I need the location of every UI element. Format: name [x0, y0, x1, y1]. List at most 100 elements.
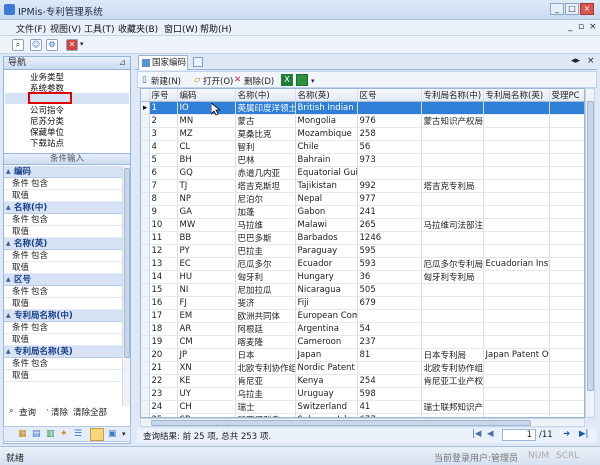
menu-favorites[interactable]: 收藏夹(B): [118, 22, 158, 35]
scroll-thumb[interactable]: [124, 168, 130, 358]
row-indicator[interactable]: [141, 193, 149, 206]
table-cell[interactable]: 是: [549, 206, 585, 219]
column-header[interactable]: 名称(中): [235, 89, 295, 102]
table-cell[interactable]: 10: [149, 219, 177, 232]
table-cell[interactable]: Uruguay: [295, 388, 357, 401]
table-cell[interactable]: 13: [149, 258, 177, 271]
table-cell[interactable]: 7: [149, 180, 177, 193]
table-row[interactable]: 4CL智利Chile56是: [141, 141, 585, 154]
condition-row[interactable]: 条件包含: [4, 286, 122, 298]
tab-country-codes[interactable]: 国家编码: [138, 55, 188, 70]
condition-row[interactable]: 条件包含: [4, 178, 122, 190]
condition-group[interactable]: 名称(中): [4, 202, 122, 214]
tab-scroll-icon[interactable]: ◂▸: [571, 56, 580, 66]
condition-value[interactable]: 包含: [31, 286, 48, 298]
close-doc-icon[interactable]: ✕: [66, 39, 78, 51]
table-cell[interactable]: [357, 102, 421, 115]
row-indicator[interactable]: [141, 167, 149, 180]
table-cell[interactable]: 254: [357, 375, 421, 388]
menu-window[interactable]: 窗口(W): [164, 22, 198, 35]
table-cell[interactable]: 6: [149, 167, 177, 180]
table-cell[interactable]: Gabon: [295, 206, 357, 219]
table-cell[interactable]: 是: [549, 258, 585, 271]
table-cell[interactable]: [421, 193, 483, 206]
table-cell[interactable]: 1246: [357, 232, 421, 245]
table-cell[interactable]: 马拉维: [235, 219, 295, 232]
clear-icon[interactable]: ·: [46, 406, 49, 416]
condition-value[interactable]: 包含: [31, 322, 48, 334]
table-cell[interactable]: NP: [177, 193, 235, 206]
condition-row[interactable]: 取值: [4, 226, 122, 238]
column-header[interactable]: 区号: [357, 89, 421, 102]
table-cell[interactable]: CH: [177, 401, 235, 414]
table-cell[interactable]: GQ: [177, 167, 235, 180]
table-cell[interactable]: [357, 362, 421, 375]
table-row[interactable]: 8NP尼泊尔Nepal977是: [141, 193, 585, 206]
table-cell[interactable]: 是: [549, 232, 585, 245]
table-cell[interactable]: [483, 141, 549, 154]
scroll-thumb[interactable]: [587, 101, 594, 391]
condition-row[interactable]: 取值: [4, 262, 122, 274]
table-cell[interactable]: Kenya: [295, 375, 357, 388]
last-page-icon[interactable]: ▶|: [579, 429, 588, 439]
table-cell[interactable]: 是: [549, 167, 585, 180]
row-indicator[interactable]: [141, 245, 149, 258]
table-row[interactable]: 16FJ斐济Fiji679是: [141, 297, 585, 310]
mdi-minimize-icon[interactable]: _: [568, 22, 573, 32]
table-row[interactable]: 20JP日本Japan81日本专利局Japan Patent Offi是: [141, 349, 585, 362]
table-cell[interactable]: 56: [357, 141, 421, 154]
table-row[interactable]: 10MW马拉维Malawi265马拉维司法部注所是: [141, 219, 585, 232]
table-cell[interactable]: [421, 310, 483, 323]
table-cell[interactable]: 是: [549, 310, 585, 323]
table-cell[interactable]: Nicaragua: [295, 284, 357, 297]
table-cell[interactable]: 瑞士联邦知识产权局: [421, 401, 483, 414]
minimize-button[interactable]: _: [550, 3, 564, 15]
table-cell[interactable]: Tajikistan: [295, 180, 357, 193]
table-cell[interactable]: [421, 141, 483, 154]
table-row[interactable]: 6GQ赤道几内亚Equatorial Guine是: [141, 167, 585, 180]
grid-horizontal-scrollbar[interactable]: [140, 418, 585, 427]
table-cell[interactable]: 斐济: [235, 297, 295, 310]
condition-row[interactable]: 取值: [4, 298, 122, 310]
table-cell[interactable]: 237: [357, 336, 421, 349]
table-cell[interactable]: [483, 323, 549, 336]
table-cell[interactable]: [483, 167, 549, 180]
table-cell[interactable]: 8: [149, 193, 177, 206]
table-cell[interactable]: 智利: [235, 141, 295, 154]
condition-row[interactable]: 条件包含: [4, 214, 122, 226]
menu-file[interactable]: 文件(F): [16, 22, 46, 35]
table-cell[interactable]: 匈牙利: [235, 271, 295, 284]
table-cell[interactable]: 蒙古: [235, 115, 295, 128]
settings-module-icon[interactable]: [90, 428, 104, 441]
table-row[interactable]: 12PY巴拉圭Paraguay595是: [141, 245, 585, 258]
table-cell[interactable]: 23: [149, 388, 177, 401]
table-cell[interactable]: 日本: [235, 349, 295, 362]
table-cell[interactable]: 11: [149, 232, 177, 245]
row-indicator[interactable]: [141, 362, 149, 375]
table-cell[interactable]: 5: [149, 154, 177, 167]
grid-vertical-scrollbar[interactable]: [585, 88, 595, 418]
condition-row[interactable]: 条件包含: [4, 250, 122, 262]
table-cell[interactable]: [483, 115, 549, 128]
condition-value[interactable]: 包含: [31, 250, 48, 262]
table-row[interactable]: 13EC厄瓜多尔Ecuador593厄瓜多尔专利局Ecuadorian Inst…: [141, 258, 585, 271]
folder-icon[interactable]: ▦: [18, 429, 27, 439]
table-row[interactable]: 14HU匈牙利Hungary36匈牙利专利局是: [141, 271, 585, 284]
users-icon[interactable]: ☺: [30, 39, 42, 51]
row-indicator[interactable]: [141, 323, 149, 336]
table-row[interactable]: 11BB巴巴多斯Barbados1246是: [141, 232, 585, 245]
table-cell[interactable]: 977: [357, 193, 421, 206]
open-button[interactable]: 打开(O): [203, 75, 233, 87]
key-icon[interactable]: ✦: [60, 429, 68, 439]
table-cell[interactable]: 4: [149, 141, 177, 154]
table-cell[interactable]: 19: [149, 336, 177, 349]
table-cell[interactable]: 是: [549, 219, 585, 232]
column-header[interactable]: 专利局名称(中): [421, 89, 483, 102]
table-cell[interactable]: Malawi: [295, 219, 357, 232]
add-tab-icon[interactable]: [193, 57, 203, 67]
column-header[interactable]: 序号: [149, 89, 177, 102]
table-cell[interactable]: 日本专利局: [421, 349, 483, 362]
table-cell[interactable]: Argentina: [295, 323, 357, 336]
table-cell[interactable]: 英属印度洋领土: [235, 102, 295, 115]
row-indicator[interactable]: [141, 141, 149, 154]
